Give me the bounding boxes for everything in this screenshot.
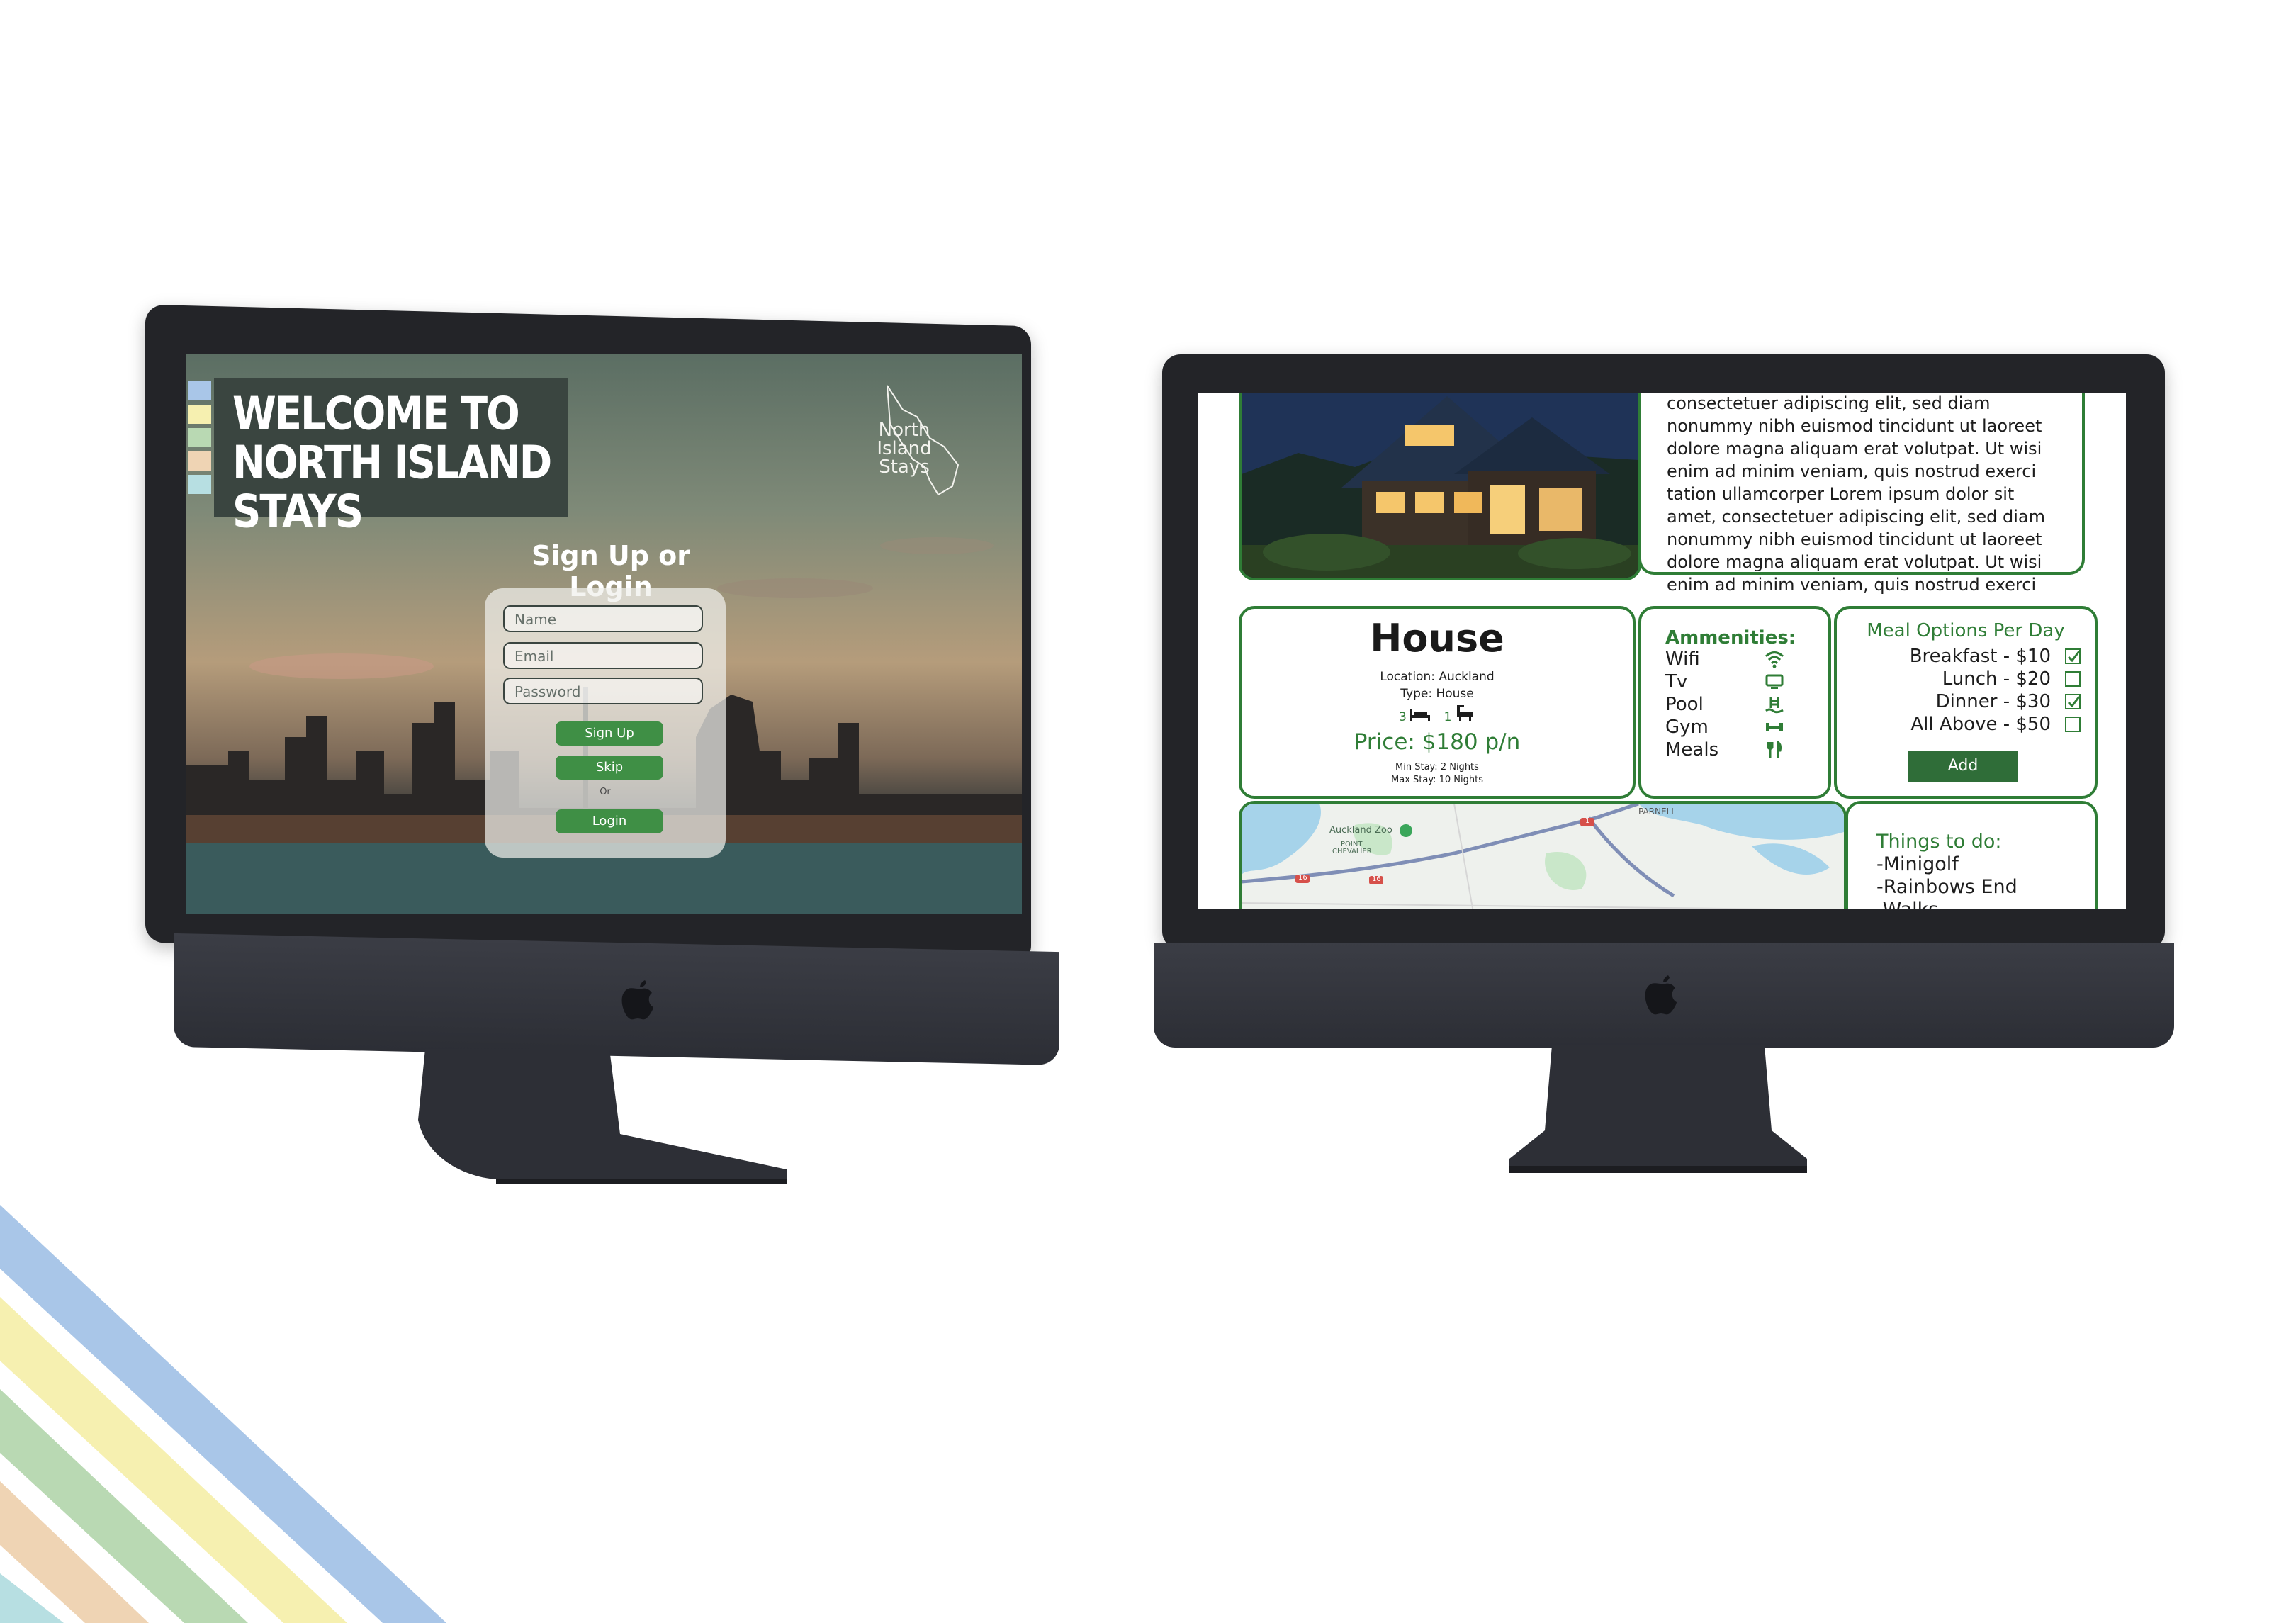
meal-option-dinner: Dinner - $30 [1935,691,2051,712]
apple-logo-icon [1645,975,1677,1015]
amenities-card: Ammenities: Wifi Tv Pool Gym Meals [1638,606,1831,799]
description-line: tation ullamcorper Lorem ipsum dolor sit [1667,484,2015,504]
things-to-do-title: Things to do: [1876,831,2002,853]
map-label-chevalier: CHEVALIER [1332,848,1372,855]
welcome-banner: WELCOME TO NORTH ISLAND STAYS [214,378,568,537]
bed-icon [1410,709,1431,721]
amenity-pool: Pool [1665,694,1807,715]
skip-button[interactable]: Skip [556,756,663,780]
logo-line-3: Stays [879,456,930,478]
todo-item: -Minigolf [1876,853,1959,875]
signup-button[interactable]: Sign Up [556,721,663,746]
color-tab-green [188,428,211,447]
name-input[interactable]: Name [503,605,703,632]
map-graphic [1242,804,1844,909]
welcome-line-1: WELCOME TO [232,387,520,441]
description-line: enim ad minim veniam, quis nostrud exerc… [1667,461,2037,481]
min-stay: Min Stay: 2 Nights [1395,762,1479,773]
right-monitor-stand [1509,1045,1807,1173]
description-text: consectetuer adipiscing elit, sed diam n… [1667,393,2049,596]
location-map[interactable]: Auckland Zoo POINT CHEVALIER PARNELL 16 … [1239,801,1847,909]
map-label-route-16b: 16 [1372,875,1381,883]
description-line: enim ad minim veniam, quis nostrud exerc… [1667,575,2037,595]
meal-option-breakfast: Breakfast - $10 [1909,646,2051,667]
or-divider: Or [600,787,611,797]
todo-item: -Rainbows End [1876,876,2018,898]
decorative-stripes [0,1205,446,1623]
amenity-wifi: Wifi [1665,648,1807,670]
password-input[interactable]: Password [503,678,703,704]
meal-option-all: All Above - $50 [1910,714,2051,735]
map-label-parnell: PARNELL [1638,807,1676,816]
max-stay: Max Stay: 10 Nights [1391,775,1483,785]
login-screen: WELCOME TO NORTH ISLAND STAYS North Isla… [186,354,1022,914]
house-photo [1239,393,1641,580]
listing-type: Type: House [1400,687,1474,701]
check-icon [2067,696,2081,708]
bath-icon [1456,705,1473,721]
map-label-route-16a: 16 [1298,874,1307,882]
description-line: nonummy nibh euismod tincidunt ut laoree… [1667,416,2042,436]
meal-option-lunch: Lunch - $20 [1942,668,2051,690]
tv-icon [1765,674,1784,689]
amenity-label: Pool [1665,694,1704,715]
meal-options-card: Meal Options Per Day Breakfast - $10 Lun… [1834,606,2098,799]
email-input[interactable]: Email [503,642,703,669]
wifi-icon [1765,651,1784,668]
description-line: consectetuer adipiscing elit, sed diam [1667,393,1991,413]
listing-price: Price: $180 p/n [1354,729,1521,755]
description-line: dolore magna aliquam erat volutpat. Ut w… [1667,439,2042,459]
all-above-checkbox[interactable] [2065,717,2081,732]
logo-line-1: North [878,420,930,441]
todo-item: -Walks [1876,899,1938,909]
description-line: dolore magna aliquam erat volutpat. Ut w… [1667,552,2042,572]
apple-logo-icon [621,980,653,1020]
login-card: Name Email Password Sign Up Skip Or Logi… [485,588,726,858]
color-tab-blue [188,381,211,400]
bath-count: 1 [1444,710,1452,724]
left-monitor-stand [418,1049,787,1184]
amenity-gym: Gym [1665,717,1807,738]
logo-line-2: Island [877,438,932,459]
things-to-do-card: Things to do: -Minigolf -Rainbows End -W… [1845,801,2098,909]
north-island-stays-logo: North Island Stays [859,381,965,502]
welcome-line-2: NORTH ISLAND STAYS [232,436,552,539]
amenity-meals: Meals [1665,739,1807,760]
breakfast-checkbox[interactable] [2065,648,2081,664]
dinner-checkbox[interactable] [2065,694,2081,709]
check-icon [2067,651,2081,663]
house-illustration [1242,393,1638,578]
description-card: consectetuer adipiscing elit, sed diam n… [1638,393,2085,595]
login-button[interactable]: Login [556,809,663,833]
description-line: amet, consectetuer adipiscing elit, sed … [1667,507,2045,527]
amenity-label: Wifi [1665,648,1700,670]
cutlery-icon [1767,741,1782,758]
pool-icon [1765,697,1784,714]
map-label-zoo: Auckland Zoo [1329,825,1392,836]
lunch-checkbox[interactable] [2065,671,2081,687]
amenities-title: Ammenities: [1665,627,1796,648]
color-tab-yellow [188,405,211,424]
left-monitor-chin [174,933,1059,1066]
meal-options-title: Meal Options Per Day [1867,620,2065,641]
amenity-label: Tv [1665,671,1688,692]
add-meals-button[interactable]: Add [1908,751,2018,782]
listing-location: Location: Auckland [1380,670,1495,684]
listing-title: House [1370,616,1504,661]
room-counts: 3 1 [1399,705,1498,724]
bed-count: 3 [1399,710,1407,724]
color-tab-orange [188,451,211,471]
listing-screen: consectetuer adipiscing elit, sed diam n… [1198,393,2126,909]
amenity-label: Gym [1665,717,1709,738]
color-tab-cyan [188,475,211,494]
amenity-tv: Tv [1665,671,1807,692]
amenity-label: Meals [1665,739,1719,760]
listing-summary-card: House Location: Auckland Type: House 3 1… [1239,606,1636,799]
dumbbell-icon [1766,723,1783,731]
description-line: nonummy nibh euismod tincidunt ut laoree… [1667,529,2042,549]
color-tabs [188,381,214,498]
map-label-route-1: 1 [1585,817,1590,825]
